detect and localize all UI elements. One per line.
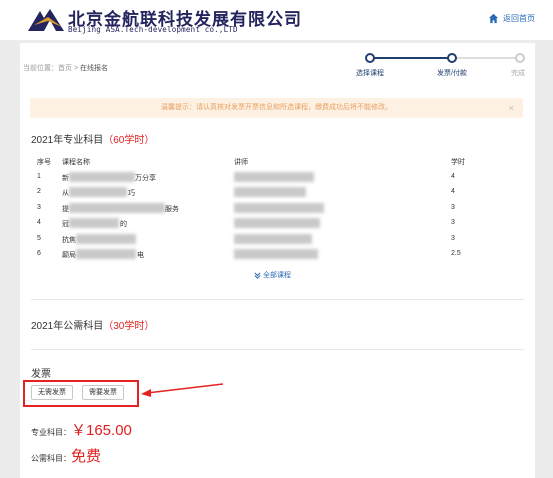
professional-section-title: 2021年专业科目（60学时） (31, 131, 154, 146)
step-dot-3 (515, 53, 525, 63)
row-name-end: 巧 (128, 190, 135, 197)
public-section-title: 2021年公需科目（30学时） (31, 317, 154, 332)
header-idx: 序号 (37, 159, 51, 166)
redacted-blur (234, 187, 306, 197)
redacted-blur (234, 171, 314, 182)
home-link-label: 返回首页 (503, 14, 535, 23)
public-price-label: 公需科目： (31, 454, 71, 463)
breadcrumb: 当前位置：首页 > 在线报名 (23, 63, 108, 73)
row-idx: 3 (37, 203, 41, 211)
row-hours: 3 (451, 203, 455, 211)
step-dot-2 (447, 53, 457, 63)
row-name-end: 服务 (165, 205, 179, 213)
public-price-value: 免费 (71, 448, 102, 465)
step-line-todo (452, 57, 520, 59)
row-hours: 3 (451, 219, 455, 226)
public-hours: （30学时） (103, 321, 155, 332)
professional-price-row: 专业科目：￥165.00 (31, 419, 132, 440)
row-name-start: 冠 (62, 221, 69, 228)
redacted-blur (69, 218, 119, 228)
all-courses-link[interactable]: 全部课程 (254, 270, 291, 280)
redacted-blur (69, 171, 135, 182)
row-name-start: 提 (62, 205, 69, 213)
site-header: 北京金航联科技发展有限公司 Beijing ASA.Tech-developme… (0, 0, 553, 40)
redacted-blur (234, 202, 324, 213)
redacted-blur (69, 202, 165, 213)
notice-text: 温馨提示：请认真核对发票开票信息和所选课程，缴费成功后将不能修改。 (161, 104, 392, 111)
step-line-done (370, 57, 452, 59)
company-name-en: Beijing ASA.Tech-development co.,LTD (68, 25, 238, 34)
step-label-2: 发票/付款 (437, 70, 467, 77)
table-row: 5 抗焦 3 (31, 232, 524, 248)
public-title: 2021年公需科目 (31, 321, 104, 332)
need-invoice-button[interactable]: 需要发票 (82, 385, 124, 400)
row-name-end: 万分享 (135, 174, 156, 182)
professional-price-label: 专业科目： (31, 428, 71, 437)
row-idx: 6 (37, 250, 41, 257)
header-name: 课程名称 (62, 159, 90, 166)
table-row: 3 提 服务 3 (31, 201, 524, 217)
close-icon[interactable]: × (509, 98, 514, 118)
breadcrumb-prefix: 当前位置： (23, 65, 58, 72)
all-courses-label: 全部课程 (263, 272, 291, 279)
redacted-blur (234, 218, 320, 228)
no-invoice-button[interactable]: 无需发票 (31, 385, 73, 400)
home-link[interactable]: 返回首页 (488, 13, 535, 24)
redacted-blur (69, 187, 127, 197)
section-divider (31, 299, 524, 300)
redacted-blur (234, 233, 312, 244)
home-icon (488, 13, 499, 24)
arrow-annotation-icon (141, 383, 224, 397)
row-name-start: 从 (62, 190, 69, 197)
row-hours: 4 (451, 188, 455, 195)
row-hours: 2.5 (451, 250, 461, 257)
row-name-start: 颠局 (62, 252, 76, 259)
notice-banner: 温馨提示：请认真核对发票开票信息和所选课程，缴费成功后将不能修改。 × (30, 98, 523, 118)
row-idx: 5 (37, 234, 41, 242)
row-idx: 4 (37, 219, 41, 226)
step-dot-1 (365, 53, 375, 63)
table-row: 4 冠 的 3 (31, 216, 524, 232)
professional-hours: （60学时） (103, 135, 155, 146)
course-table: 序号 课程名称 讲师 学时 1 新 万分享 4 2 从 巧 4 3 提 服务 3… (31, 154, 524, 263)
redacted-blur (234, 249, 318, 259)
section-divider (31, 349, 524, 350)
redacted-blur (76, 233, 136, 244)
step-label-3: 完成 (511, 70, 525, 77)
redacted-blur (76, 249, 136, 259)
invoice-title: 发票 (31, 369, 51, 380)
professional-price-value: ￥165.00 (71, 422, 132, 439)
row-name-start: 抗焦 (62, 236, 76, 244)
table-row: 2 从 巧 4 (31, 185, 524, 201)
header-teacher: 讲师 (234, 159, 248, 166)
main-card: 当前位置：首页 > 在线报名 选择课程 发票/付款 完成 温馨提示：请认真核对发… (20, 43, 535, 478)
breadcrumb-home[interactable]: 首页 (58, 65, 72, 72)
row-name-end: 的 (120, 221, 127, 228)
header-hours: 学时 (451, 159, 465, 166)
table-row: 6 颠局 电 2.5 (31, 247, 524, 263)
professional-title: 2021年专业科目 (31, 135, 104, 146)
step-label-1: 选择课程 (356, 70, 384, 77)
row-name-start: 新 (62, 174, 69, 182)
public-price-row: 公需科目：免费 (31, 445, 101, 466)
table-header: 序号 课程名称 讲师 学时 (31, 154, 524, 170)
row-idx: 2 (37, 188, 41, 195)
breadcrumb-separator: > (72, 65, 80, 72)
row-idx: 1 (37, 172, 41, 180)
row-name-end: 电 (137, 252, 144, 259)
row-hours: 3 (451, 234, 455, 242)
progress-steps: 选择课程 发票/付款 完成 (340, 52, 535, 78)
breadcrumb-current: 在线报名 (79, 65, 108, 72)
table-row: 1 新 万分享 4 (31, 170, 524, 186)
chevron-double-down-icon (254, 272, 261, 279)
logo-icon (28, 9, 64, 31)
row-hours: 4 (451, 172, 455, 180)
